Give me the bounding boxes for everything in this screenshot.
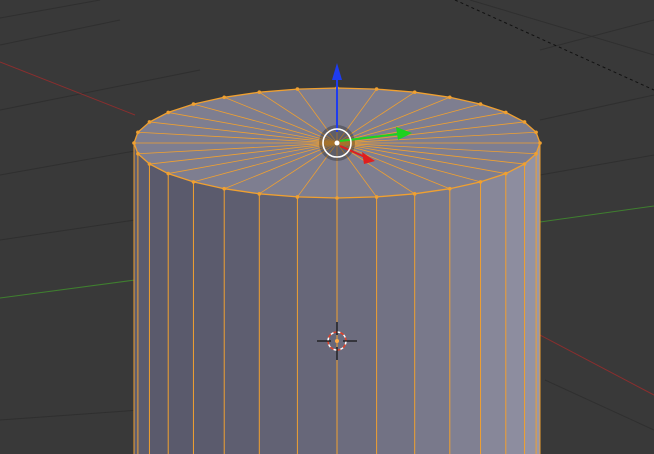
side-face[interactable] xyxy=(137,153,150,454)
mesh-vertex[interactable] xyxy=(147,162,152,166)
side-face[interactable] xyxy=(505,164,525,454)
mesh-vertex[interactable] xyxy=(534,130,538,135)
side-face[interactable] xyxy=(536,143,540,454)
x-axis-line xyxy=(0,61,136,116)
z-arrow-head[interactable] xyxy=(332,63,342,80)
side-face[interactable] xyxy=(337,196,377,454)
viewport-canvas[interactable] xyxy=(0,0,654,454)
mesh-vertex[interactable] xyxy=(335,196,339,200)
mesh-vertex[interactable] xyxy=(132,141,136,145)
mesh-vertex[interactable] xyxy=(374,87,379,91)
mesh-vertex[interactable] xyxy=(257,192,262,196)
mesh-vertex[interactable] xyxy=(191,102,196,106)
mesh-vertex[interactable] xyxy=(503,171,508,176)
side-face[interactable] xyxy=(449,181,481,454)
side-face[interactable] xyxy=(480,173,506,454)
side-face[interactable] xyxy=(149,164,169,454)
3d-viewport[interactable] xyxy=(0,0,654,454)
mesh-vertex[interactable] xyxy=(478,180,483,184)
mesh-vertex[interactable] xyxy=(522,120,527,124)
mesh-vertex[interactable] xyxy=(136,130,140,135)
mesh-vertex[interactable] xyxy=(447,95,452,100)
side-face[interactable] xyxy=(376,193,415,454)
mesh-vertex[interactable] xyxy=(191,180,196,184)
mesh-vertex[interactable] xyxy=(147,120,152,124)
mesh-vertex[interactable] xyxy=(412,192,417,196)
mesh-vertex[interactable] xyxy=(538,141,542,145)
mesh-vertex[interactable] xyxy=(374,195,379,199)
side-face[interactable] xyxy=(297,196,337,454)
side-face[interactable] xyxy=(134,143,138,454)
side-face[interactable] xyxy=(414,188,450,454)
y-axis-line-right xyxy=(539,205,654,223)
side-face[interactable] xyxy=(193,181,225,454)
mesh-vertex[interactable] xyxy=(222,186,227,191)
mesh-vertex[interactable] xyxy=(222,95,227,100)
side-face[interactable] xyxy=(524,153,537,454)
mesh-vertex[interactable] xyxy=(257,90,262,94)
mesh-vertex[interactable] xyxy=(166,110,171,115)
mesh-vertex[interactable] xyxy=(412,90,417,94)
mesh-vertex[interactable] xyxy=(478,102,483,106)
side-face[interactable] xyxy=(224,188,260,454)
y-axis-line xyxy=(0,279,136,299)
mesh-vertex[interactable] xyxy=(447,186,452,191)
mesh-vertex[interactable] xyxy=(534,151,538,156)
mesh-vertex[interactable] xyxy=(136,151,140,156)
mesh-vertex[interactable] xyxy=(295,87,300,91)
mesh-vertex[interactable] xyxy=(166,171,171,176)
side-face[interactable] xyxy=(168,173,194,454)
mesh-vertex[interactable] xyxy=(295,195,300,199)
relationship-line xyxy=(454,0,654,91)
side-face[interactable] xyxy=(259,193,298,454)
mesh-vertex[interactable] xyxy=(522,162,527,166)
mesh-vertex[interactable] xyxy=(503,110,508,115)
